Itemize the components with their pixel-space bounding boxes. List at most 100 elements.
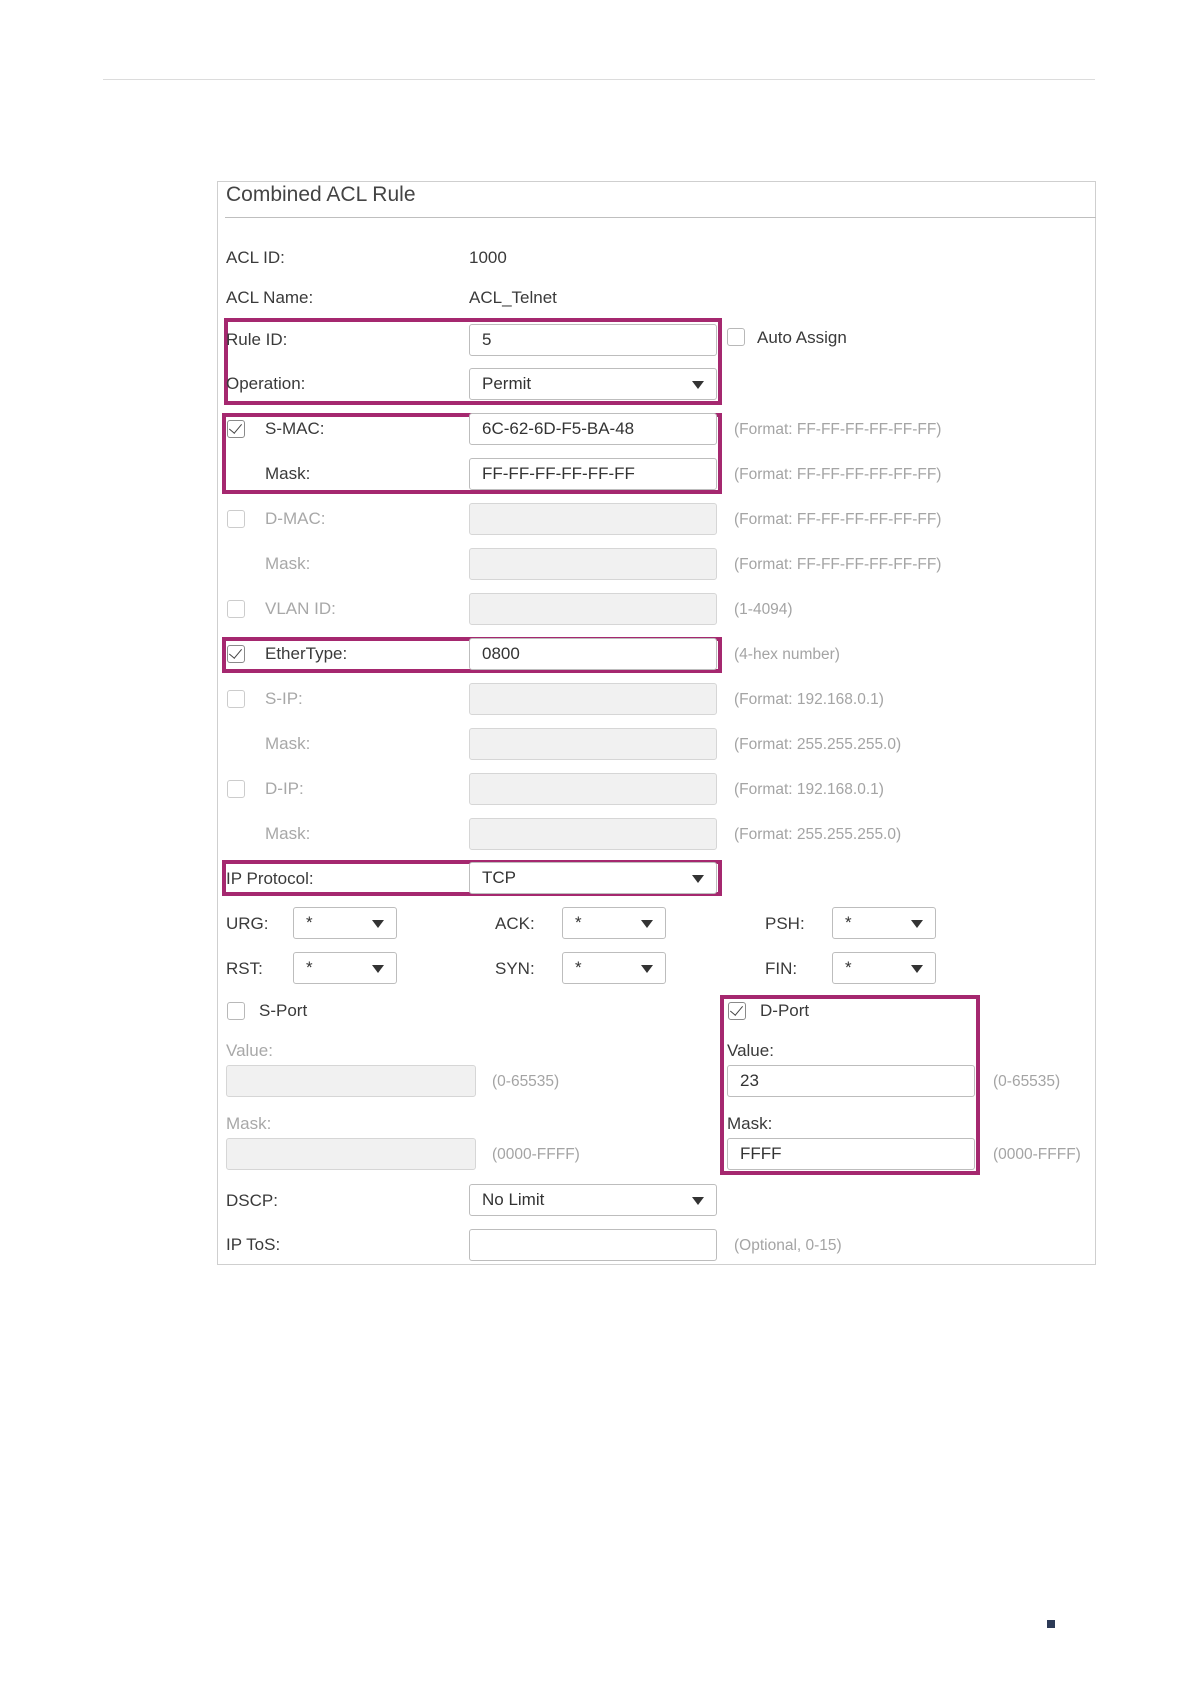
auto-assign-checkbox[interactable]: [727, 328, 745, 346]
d-ip-mask-hint: (Format: 255.255.255.0): [734, 826, 902, 843]
panel-title: Combined ACL Rule: [226, 183, 416, 206]
d-ip-hint: (Format: 192.168.0.1): [734, 781, 884, 798]
urg-value: *: [306, 913, 313, 932]
d-port-value-label: Value:: [727, 1041, 774, 1060]
d-mac-checkbox[interactable]: [227, 510, 245, 528]
s-port-value-input[interactable]: [226, 1065, 476, 1097]
s-port-checkbox[interactable]: [227, 1002, 245, 1020]
ack-label: ACK:: [495, 914, 535, 933]
s-mac-mask-input[interactable]: FF-FF-FF-FF-FF-FF: [469, 458, 717, 490]
chevron-down-icon: [911, 965, 923, 973]
d-port-mask-input[interactable]: FFFF: [727, 1138, 975, 1170]
s-mac-input[interactable]: 6C-62-6D-F5-BA-48: [469, 413, 717, 445]
d-mac-mask-hint: (Format: FF-FF-FF-FF-FF-FF): [734, 556, 942, 573]
ip-protocol-value: TCP: [482, 868, 516, 887]
d-ip-mask-label: Mask:: [265, 824, 311, 843]
ip-protocol-select[interactable]: TCP: [469, 862, 717, 894]
d-ip-checkbox[interactable]: [227, 780, 245, 798]
operation-label: Operation:: [226, 374, 306, 393]
d-ip-mask-input[interactable]: [469, 818, 717, 850]
acl-name-value: ACL_Telnet: [469, 288, 557, 307]
d-mac-mask-input[interactable]: [469, 548, 717, 580]
syn-value: *: [575, 958, 582, 977]
chevron-down-icon: [692, 1197, 704, 1205]
d-ip-label: D-IP:: [265, 779, 304, 798]
ack-value: *: [575, 913, 582, 932]
operation-select[interactable]: Permit: [469, 368, 717, 400]
acl-id-value: 1000: [469, 248, 507, 267]
d-port-mask-hint: (0000-FFFF): [993, 1146, 1081, 1163]
s-ip-mask-label: Mask:: [265, 734, 311, 753]
ip-tos-hint: (Optional, 0-15): [734, 1237, 842, 1254]
rst-select[interactable]: *: [293, 952, 397, 984]
checkmark-icon: [729, 1002, 744, 1016]
d-port-mask-label: Mask:: [727, 1114, 773, 1133]
rule-id-label: Rule ID:: [226, 330, 288, 349]
d-port-value-input[interactable]: 23: [727, 1065, 975, 1097]
s-port-value-hint: (0-65535): [492, 1073, 560, 1090]
fin-select[interactable]: *: [832, 952, 936, 984]
d-port-checkbox[interactable]: [728, 1002, 746, 1020]
s-mac-checkbox[interactable]: [227, 420, 245, 438]
d-mac-label: D-MAC:: [265, 509, 326, 528]
auto-assign-label: Auto Assign: [757, 328, 847, 347]
chevron-down-icon: [372, 965, 384, 973]
fin-value: *: [845, 958, 852, 977]
s-ip-hint: (Format: 192.168.0.1): [734, 691, 884, 708]
ethertype-checkbox[interactable]: [227, 645, 245, 663]
s-port-mask-hint: (0000-FFFF): [492, 1146, 580, 1163]
s-ip-mask-hint: (Format: 255.255.255.0): [734, 736, 902, 753]
d-mac-mask-label: Mask:: [265, 554, 311, 573]
ip-tos-label: IP ToS:: [226, 1235, 281, 1254]
checkmark-icon: [228, 645, 243, 659]
d-mac-input[interactable]: [469, 503, 717, 535]
d-port-label: D-Port: [760, 1001, 810, 1020]
checkmark-icon: [228, 420, 243, 434]
operation-value: Permit: [482, 374, 532, 393]
acl-id-label: ACL ID:: [226, 248, 285, 267]
s-ip-input[interactable]: [469, 683, 717, 715]
ethertype-hint: (4-hex number): [734, 646, 840, 663]
syn-select[interactable]: *: [562, 952, 666, 984]
acl-name-label: ACL Name:: [226, 288, 314, 307]
ethertype-label: EtherType:: [265, 644, 348, 663]
chevron-down-icon: [692, 875, 704, 883]
page-header-rule: [103, 79, 1095, 80]
chevron-down-icon: [641, 965, 653, 973]
dscp-value: No Limit: [482, 1190, 545, 1209]
s-ip-mask-input[interactable]: [469, 728, 717, 760]
s-port-mask-label: Mask:: [226, 1114, 272, 1133]
psh-label: PSH:: [765, 914, 805, 933]
psh-value: *: [845, 913, 852, 932]
ip-protocol-label: IP Protocol:: [226, 869, 314, 888]
s-port-mask-input[interactable]: [226, 1138, 476, 1170]
vlan-id-input[interactable]: [469, 593, 717, 625]
urg-label: URG:: [226, 914, 269, 933]
page-marker: [1047, 1620, 1055, 1628]
rule-id-input[interactable]: 5: [469, 324, 717, 356]
s-port-value-label: Value:: [226, 1041, 273, 1060]
rst-value: *: [306, 958, 313, 977]
d-ip-input[interactable]: [469, 773, 717, 805]
chevron-down-icon: [692, 381, 704, 389]
ip-tos-input[interactable]: [469, 1229, 717, 1261]
urg-select[interactable]: *: [293, 907, 397, 939]
vlan-id-hint: (1-4094): [734, 601, 793, 618]
dscp-label: DSCP:: [226, 1191, 278, 1210]
chevron-down-icon: [911, 920, 923, 928]
ack-select[interactable]: *: [562, 907, 666, 939]
s-mac-mask-hint: (Format: FF-FF-FF-FF-FF-FF): [734, 466, 942, 483]
rst-label: RST:: [226, 959, 263, 978]
s-ip-checkbox[interactable]: [227, 690, 245, 708]
panel-title-divider: [225, 217, 1096, 218]
ethertype-input[interactable]: 0800: [469, 638, 717, 670]
vlan-id-label: VLAN ID:: [265, 599, 336, 618]
psh-select[interactable]: *: [832, 907, 936, 939]
s-port-label: S-Port: [259, 1001, 308, 1020]
fin-label: FIN:: [765, 959, 798, 978]
syn-label: SYN:: [495, 959, 535, 978]
s-mac-hint: (Format: FF-FF-FF-FF-FF-FF): [734, 421, 942, 438]
vlan-id-checkbox[interactable]: [227, 600, 245, 618]
dscp-select[interactable]: No Limit: [469, 1184, 717, 1216]
s-ip-label: S-IP:: [265, 689, 303, 708]
